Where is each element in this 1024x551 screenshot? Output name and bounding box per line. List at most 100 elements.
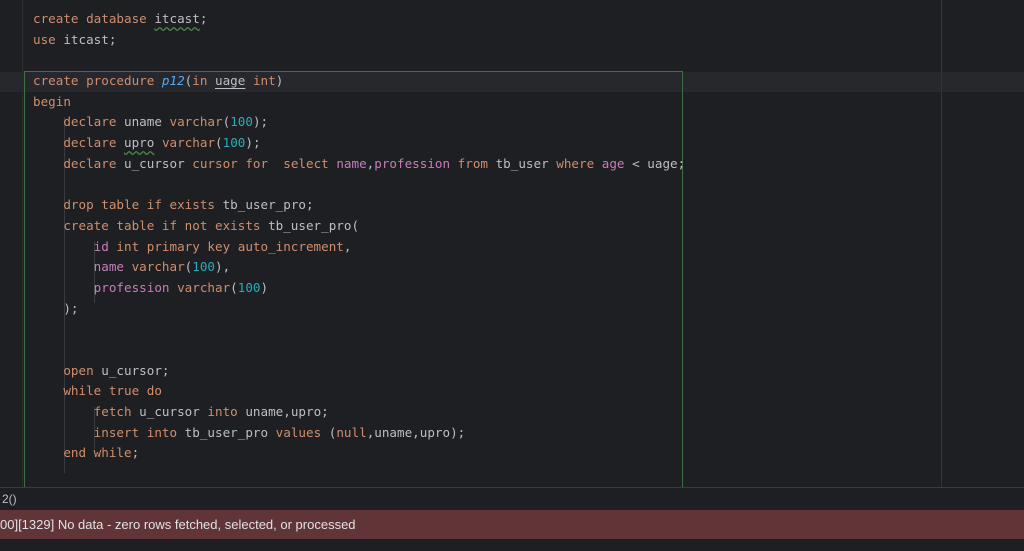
code-line[interactable]: declare upro varchar(100); [33,133,685,154]
code-token: uname,upro; [245,404,329,420]
code-line[interactable]: while true do [33,381,685,402]
code-line[interactable]: declare u_cursor cursor for select name,… [33,154,685,175]
code-token: varchar [161,135,216,151]
code-token: uage [215,73,246,89]
code-line[interactable] [33,319,685,340]
code-token: 100 [237,279,261,295]
code-token: where [556,155,602,171]
code-token: name [336,155,367,171]
right-margin-guide [941,0,942,487]
statement-status-line: 2() [0,488,1024,510]
code-token: < uage; [632,155,686,171]
code-text[interactable]: create database itcast; use itcast; create… [33,9,685,464]
code-token: ), [215,259,231,275]
statement-label: 2() [2,492,17,506]
code-token: ); [245,135,261,151]
code-token: ); [33,300,79,316]
code-token: end while [63,445,132,461]
code-token: u_cursor [139,404,208,420]
code-token: ; [131,445,140,461]
code-token: create table if not exists [63,217,269,233]
code-token: create database [33,11,155,26]
code-token: create procedure [33,73,162,89]
code-token: values [275,424,329,440]
code-token: tb_user_pro; [222,197,314,213]
code-token: profession [93,279,178,295]
code-line[interactable]: begin [33,92,685,113]
code-line[interactable]: end while; [33,443,685,464]
code-token: use [33,31,64,47]
code-line[interactable] [33,50,685,71]
code-token: age [601,155,633,171]
code-token: declare [63,155,125,171]
code-line[interactable]: profession varchar(100) [33,278,685,299]
code-token: null [336,424,367,440]
code-token: ) [260,279,269,295]
code-token: fetch [93,404,140,420]
code-token: id [93,238,117,254]
code-line[interactable]: create table if not exists tb_user_pro( [33,216,685,237]
code-token: u_cursor; [101,362,170,378]
code-token: begin [33,93,71,109]
code-line[interactable]: declare uname varchar(100); [33,112,685,133]
code-line[interactable] [33,340,685,361]
code-token: upro [124,135,155,151]
code-token: declare [63,114,125,130]
code-token: ,uname,upro); [366,424,466,440]
code-token: ; [199,11,208,26]
code-token: u_cursor [124,155,193,171]
code-token: itcast; [63,31,117,47]
code-token: int primary key auto_increment [116,238,344,254]
code-line[interactable]: ); [33,299,685,320]
code-token: open [63,362,102,378]
code-token: profession [374,155,458,171]
code-token: ) [275,73,284,89]
code-line[interactable]: id int primary key auto_increment, [33,237,685,258]
code-token: into [207,404,246,420]
code-token: varchar [169,114,223,130]
error-message-text: 00][1329] No data - zero rows fetched, s… [0,517,356,532]
code-editor[interactable]: create database itcast; use itcast; create… [0,0,1024,487]
code-token: insert into [93,424,185,440]
code-token: itcast [154,11,200,26]
code-line[interactable]: open u_cursor; [33,361,685,382]
code-token: declare [63,135,125,151]
code-line[interactable]: create procedure p12(in uage int) [33,71,685,92]
code-token: int [252,73,276,89]
code-line[interactable]: insert into tb_user_pro values (null,una… [33,423,685,444]
code-token: varchar [131,259,185,275]
code-token: uname [124,114,170,130]
error-message-bar[interactable]: 00][1329] No data - zero rows fetched, s… [0,510,1024,539]
code-line[interactable]: drop table if exists tb_user_pro; [33,195,685,216]
code-line[interactable]: use itcast; [33,30,685,51]
code-token: ( [215,135,223,151]
code-line[interactable]: name varchar(100), [33,257,685,278]
code-line[interactable]: fetch u_cursor into uname,upro; [33,402,685,423]
code-token: ( [230,279,238,295]
code-token: tb_user [495,155,557,171]
code-token: 100 [192,259,216,275]
code-token: p12 [161,73,185,89]
code-token: in [192,73,215,89]
code-token: tb_user_pro [184,424,276,440]
code-line[interactable] [33,175,685,196]
code-token: ); [252,114,269,130]
code-token: tb_user_pro( [268,217,360,233]
bottom-strip [0,539,1024,551]
code-token: cursor for select [192,155,337,171]
code-line[interactable]: create database itcast; [33,9,685,30]
code-token: 100 [230,114,253,130]
code-token: while true do [63,383,162,399]
